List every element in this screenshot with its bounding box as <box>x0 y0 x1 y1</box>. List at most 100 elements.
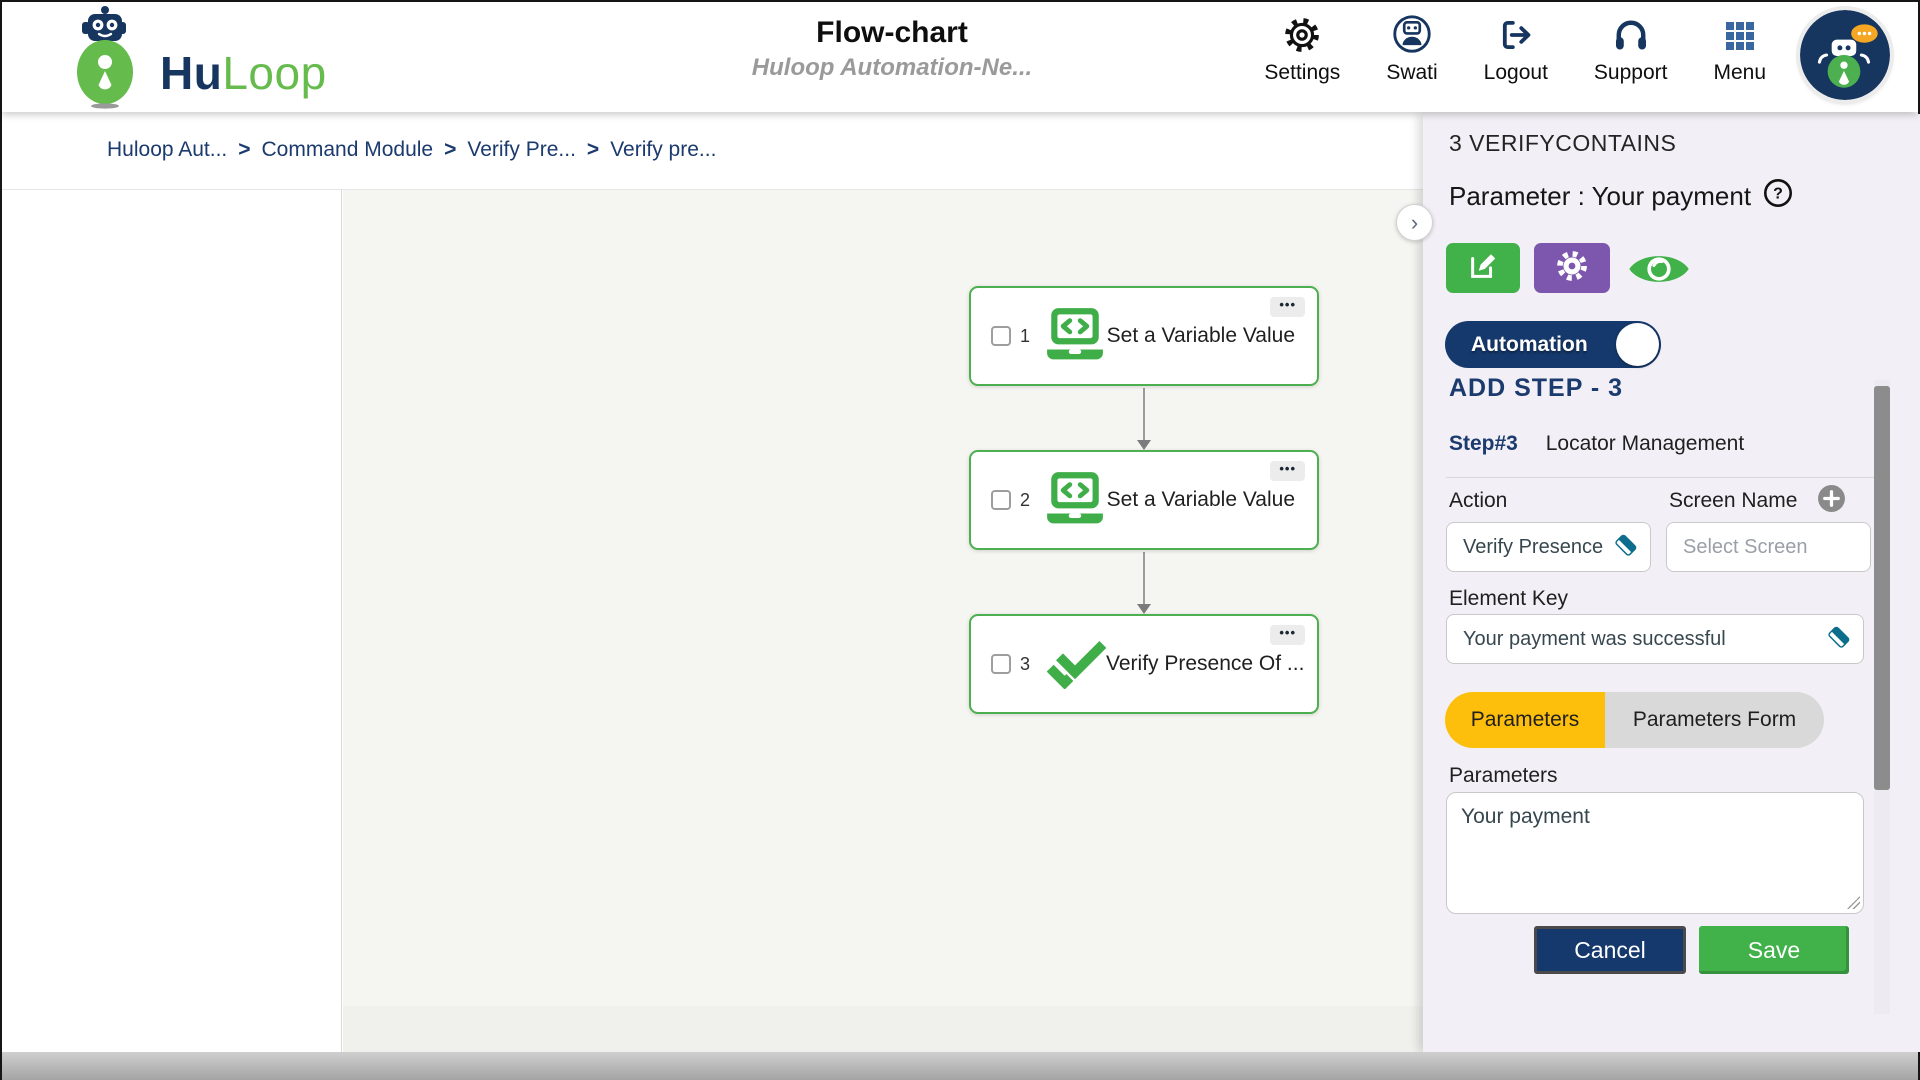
page-subtitle: Huloop Automation-Ne... <box>692 54 1092 82</box>
panel-scrollbar[interactable] <box>1874 380 1890 1014</box>
page-title: Flow-chart <box>692 16 1092 50</box>
add-screen-button[interactable] <box>1817 484 1846 518</box>
app-header: HuLoop Flow-chart Huloop Automation-Ne..… <box>2 2 1918 112</box>
breadcrumb-separator: > <box>238 138 250 162</box>
panel-collapse-button[interactable]: › <box>1396 204 1433 241</box>
breadcrumb-item-1[interactable]: Huloop Aut... <box>107 138 227 162</box>
variable-laptop-icon <box>1044 307 1106 366</box>
flow-connector <box>1143 388 1145 442</box>
grid-menu-icon <box>1722 14 1758 54</box>
flow-node-2[interactable]: 2 Set a Variable Value ••• <box>969 450 1319 550</box>
tab-parameters-form-label: Parameters Form <box>1633 708 1796 732</box>
huloop-logo-icon <box>58 4 150 115</box>
user-button[interactable]: Swati <box>1386 14 1437 85</box>
logout-button[interactable]: Logout <box>1484 14 1548 85</box>
action-field <box>1446 522 1651 572</box>
double-check-icon <box>1044 635 1106 694</box>
breadcrumb-item-2[interactable]: Command Module <box>262 138 434 162</box>
user-label: Swati <box>1386 61 1437 85</box>
app-window: HuLoop Flow-chart Huloop Automation-Ne..… <box>0 0 1920 1080</box>
breadcrumb-item-4[interactable]: Verify pre... <box>610 138 716 162</box>
menu-button[interactable]: Menu <box>1713 14 1766 85</box>
help-icon[interactable]: ? <box>1763 178 1793 215</box>
support-button[interactable]: Support <box>1594 14 1668 85</box>
action-input[interactable] <box>1461 535 1608 560</box>
flow-connector <box>1143 552 1145 606</box>
parameter-line-text: Parameter : Your payment <box>1449 181 1751 212</box>
parameters-field: Your payment <box>1446 792 1864 914</box>
arrow-down-icon <box>1137 604 1151 614</box>
element-key-input[interactable] <box>1461 627 1821 652</box>
breadcrumb-item-3[interactable]: Verify Pre... <box>467 138 576 162</box>
node-1-checkbox[interactable] <box>991 326 1011 346</box>
eraser-icon[interactable] <box>1612 531 1640 564</box>
element-key-field <box>1446 614 1864 664</box>
save-label: Save <box>1748 937 1800 964</box>
add-step-heading: ADD STEP - 3 <box>1449 374 1623 403</box>
logout-label: Logout <box>1484 61 1548 85</box>
node-3-checkbox[interactable] <box>991 654 1011 674</box>
settings-button[interactable]: Settings <box>1264 14 1340 85</box>
headset-icon <box>1611 14 1651 54</box>
step-value: Locator Management <box>1546 432 1744 455</box>
save-step-button[interactable]: Save <box>1699 926 1849 974</box>
parameters-textarea[interactable]: Your payment <box>1446 792 1864 914</box>
parameters-tabs: Parameters Parameters Form <box>1445 692 1824 748</box>
cancel-label: Cancel <box>1574 937 1646 964</box>
screen-name-field <box>1666 522 1871 572</box>
screen-name-input[interactable] <box>1681 535 1860 560</box>
step-settings-button[interactable] <box>1534 243 1610 293</box>
node-1-menu-button[interactable]: ••• <box>1270 297 1305 317</box>
step-row: Step#3 Locator Management <box>1449 432 1744 456</box>
huloop-logo[interactable]: HuLoop <box>58 4 327 115</box>
edit-step-button[interactable] <box>1446 243 1520 293</box>
node-2-label: Set a Variable Value <box>1107 488 1295 512</box>
element-key-label: Element Key <box>1449 587 1568 611</box>
automation-toggle[interactable]: Automation <box>1445 321 1661 368</box>
panel-heading: 3 VERIFYCONTAINS <box>1449 130 1676 157</box>
huloop-robot-avatar[interactable] <box>1800 10 1890 100</box>
panel-divider <box>1446 477 1887 478</box>
action-label: Action <box>1449 489 1507 513</box>
node-2-menu-button[interactable]: ••• <box>1270 461 1305 481</box>
settings-label: Settings <box>1264 61 1340 85</box>
tab-parameters-form[interactable]: Parameters Form <box>1605 692 1824 748</box>
screen-name-label: Screen Name <box>1669 489 1797 513</box>
canvas-bottom-strip <box>343 1006 1423 1052</box>
preview-eye-button[interactable] <box>1627 248 1693 290</box>
menu-label: Menu <box>1713 61 1766 85</box>
parameters-label: Parameters <box>1449 764 1558 788</box>
breadcrumb: Huloop Aut... > Command Module > Verify … <box>107 138 716 162</box>
eraser-icon[interactable] <box>1825 623 1853 656</box>
node-3-number: 3 <box>1020 654 1030 675</box>
breadcrumb-separator: > <box>587 138 599 162</box>
gear-icon <box>1555 249 1589 288</box>
breadcrumb-separator: > <box>444 138 456 162</box>
tab-parameters[interactable]: Parameters <box>1445 692 1605 748</box>
breadcrumb-bar: Huloop Aut... > Command Module > Verify … <box>2 112 1423 190</box>
flow-node-3[interactable]: 3 Verify Presence Of ... ••• <box>969 614 1319 714</box>
robot-user-icon <box>1392 14 1432 54</box>
step-number-label: Step#3 <box>1449 432 1518 455</box>
node-2-number: 2 <box>1020 490 1030 511</box>
arrow-down-icon <box>1137 440 1151 450</box>
node-2-checkbox[interactable] <box>991 490 1011 510</box>
chevron-right-icon: › <box>1411 210 1418 236</box>
parameter-line: Parameter : Your payment ? <box>1449 178 1793 215</box>
toolbox-sidebar <box>2 190 342 1052</box>
window-bottom-bar <box>2 1052 1918 1080</box>
resize-handle-icon[interactable] <box>1847 896 1860 909</box>
node-1-number: 1 <box>1020 326 1030 347</box>
cancel-button[interactable]: Cancel <box>1534 926 1686 974</box>
flow-node-1[interactable]: 1 Set a Variable Value ••• <box>969 286 1319 386</box>
huloop-logo-text: HuLoop <box>160 46 327 100</box>
support-label: Support <box>1594 61 1668 85</box>
node-3-menu-button[interactable]: ••• <box>1270 625 1305 645</box>
svg-text:?: ? <box>1773 186 1783 203</box>
header-nav: Settings Swati <box>1264 14 1766 85</box>
panel-scrollbar-thumb[interactable] <box>1874 386 1890 790</box>
automation-toggle-knob <box>1616 323 1659 366</box>
page-title-block: Flow-chart Huloop Automation-Ne... <box>692 16 1092 82</box>
gear-icon <box>1283 14 1321 54</box>
edit-pencil-icon <box>1467 250 1499 287</box>
